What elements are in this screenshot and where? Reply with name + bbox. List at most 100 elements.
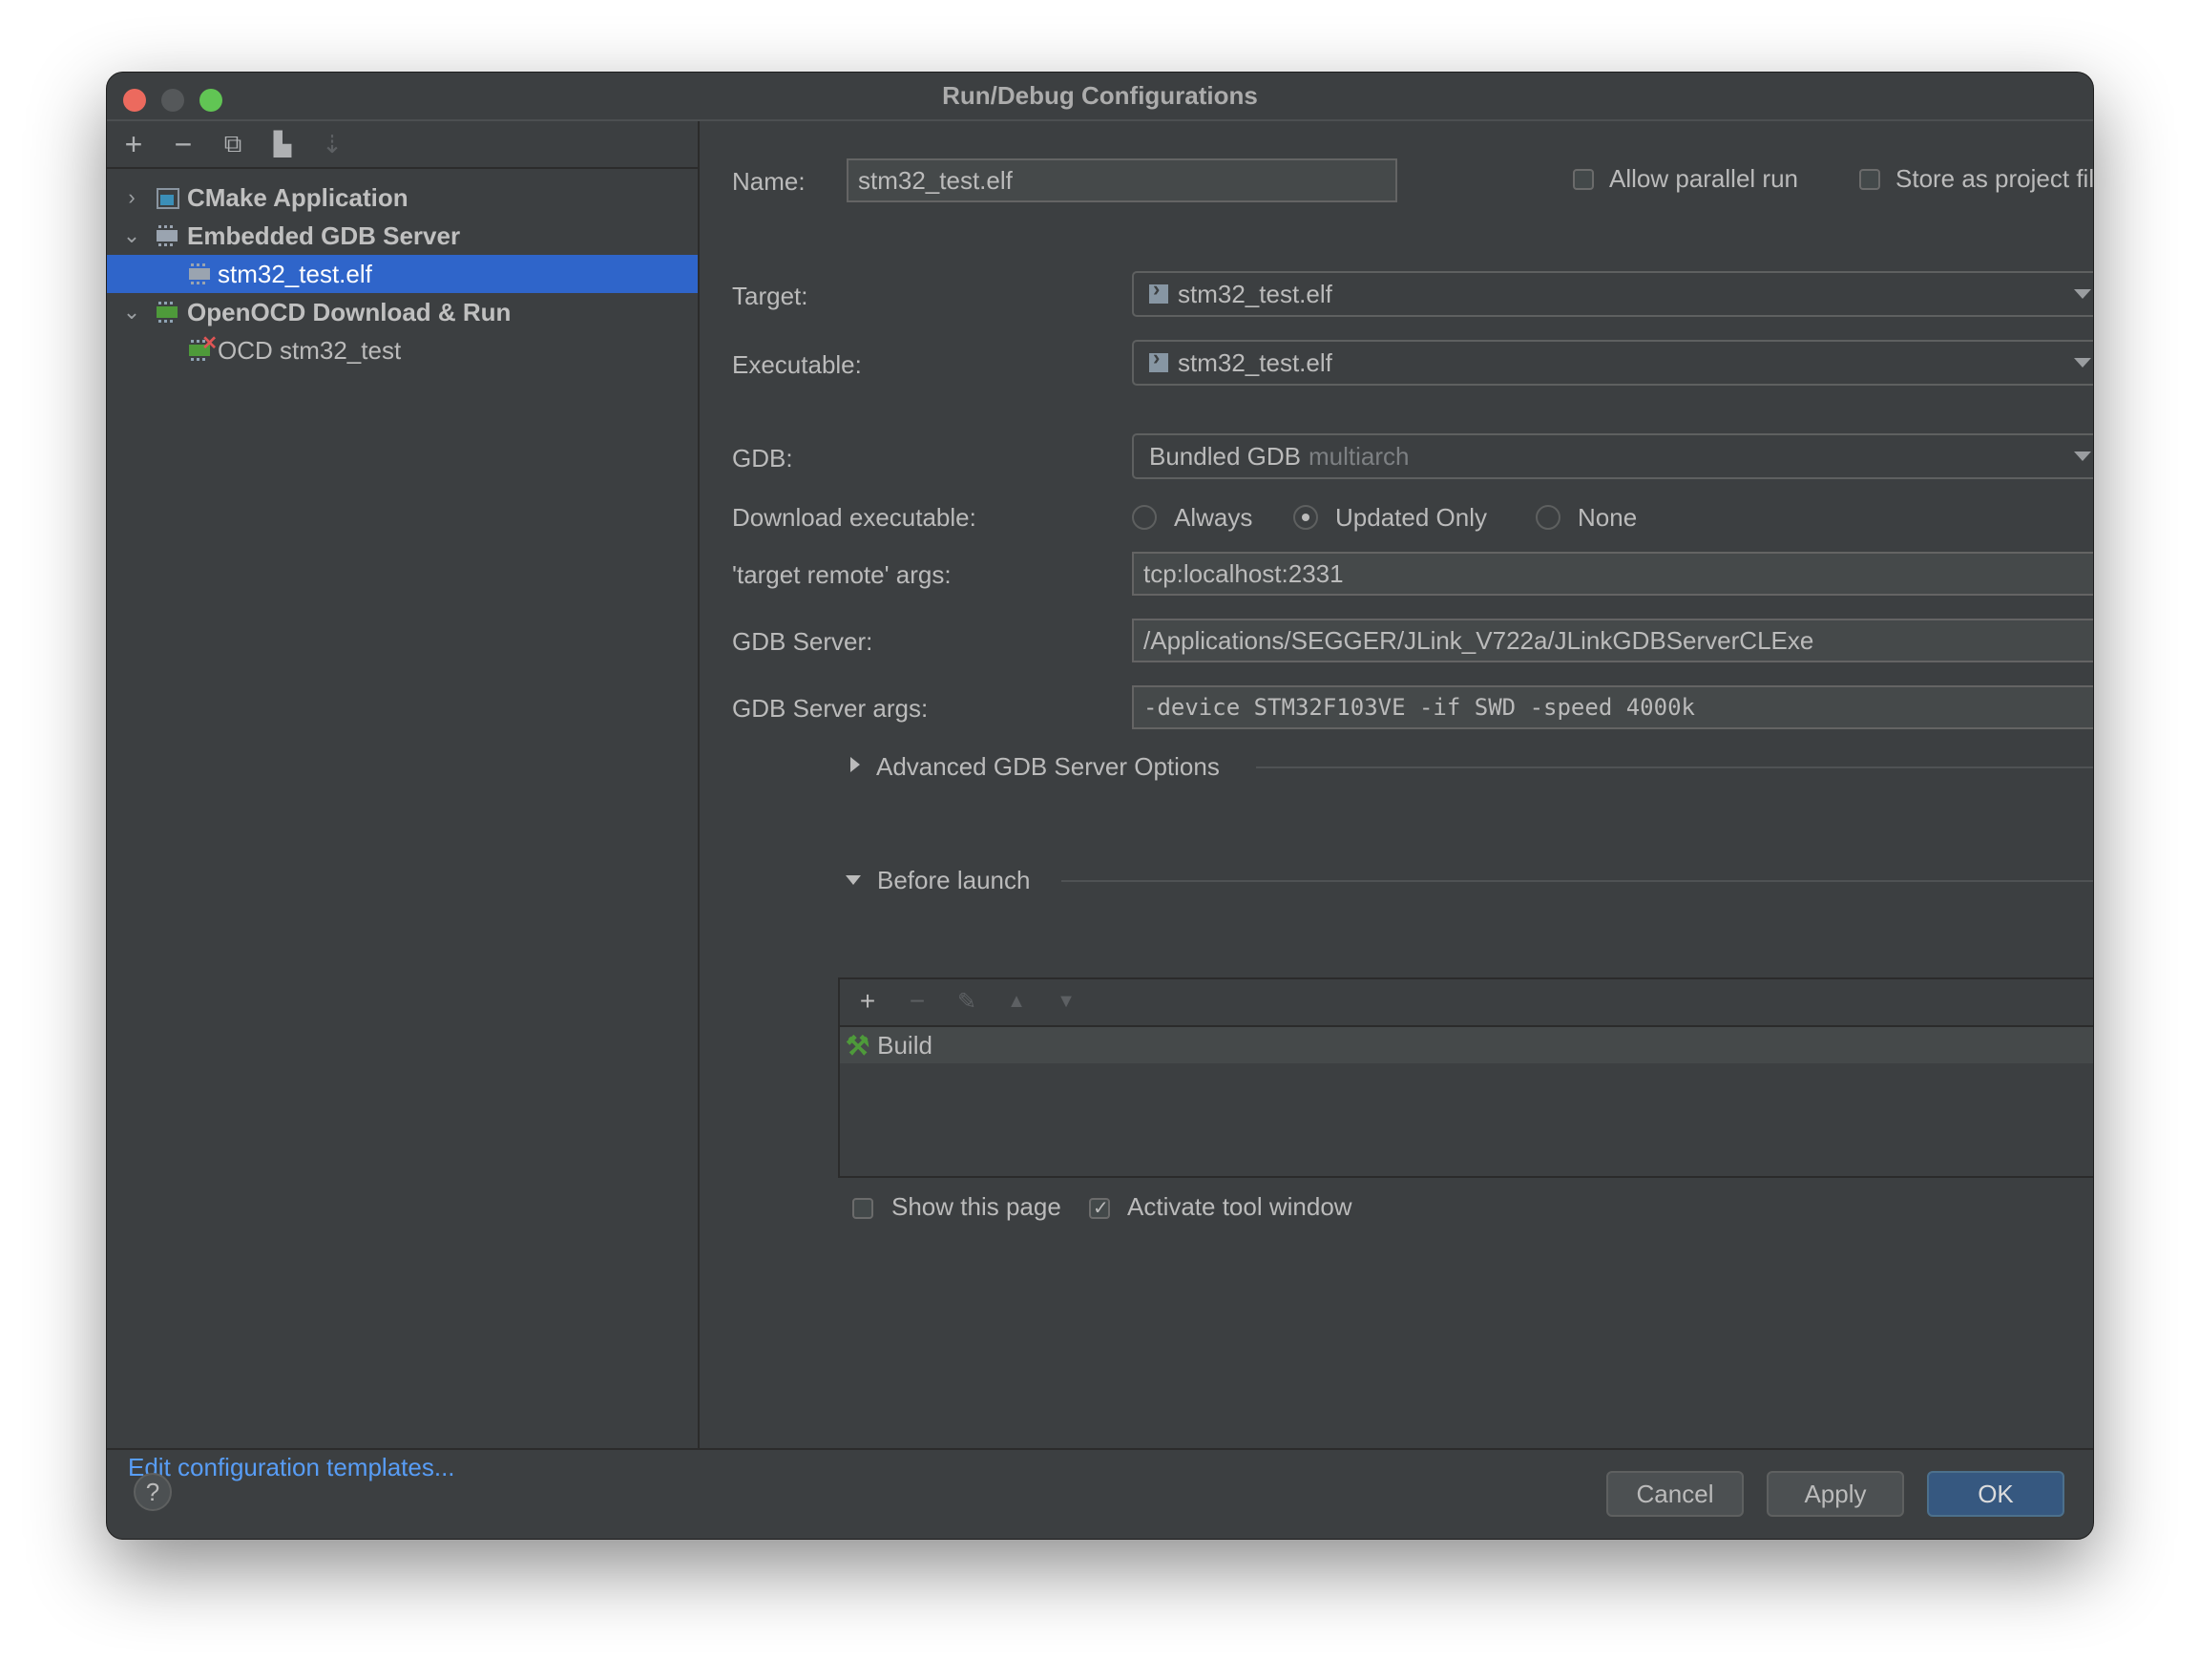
folder-add-icon: ▙ [273, 131, 292, 158]
tree-group-cmake-application[interactable]: › CMake Application [107, 178, 698, 217]
allow-parallel-run-checkbox[interactable] [1573, 169, 1594, 190]
name-label: Name: [732, 167, 806, 196]
tree-label: CMake Application [187, 182, 408, 212]
tree-label: OCD stm32_test [218, 335, 402, 365]
target-remote-args-input[interactable]: tcp:localhost:2331 [1132, 552, 2093, 596]
executable-value: stm32_test.elf [1178, 347, 1332, 377]
chip-icon [189, 263, 212, 284]
download-always-label: Always [1174, 503, 1253, 532]
dropdown-arrow-icon [2074, 289, 2091, 299]
separator [1256, 766, 2093, 768]
download-executable-label: Download executable: [732, 503, 976, 532]
gdb-combo[interactable]: Bundled GDB multiarch [1132, 433, 2093, 479]
gdb-server-args-value: -device STM32F103VE -if SWD -speed 4000k [1143, 694, 1695, 721]
hammer-icon: ⚒ [846, 1030, 870, 1060]
chip-green-icon [157, 302, 179, 323]
target-remote-args-label: 'target remote' args: [732, 560, 952, 589]
gdb-value-hint: multiarch [1308, 441, 1410, 471]
download-none-radio[interactable] [1536, 505, 1560, 530]
tree-label: OpenOCD Download & Run [187, 297, 512, 326]
remove-task-button[interactable]: − [901, 985, 933, 1018]
download-updated-only-radio[interactable] [1293, 505, 1318, 530]
new-folder-button[interactable]: ▙ [265, 127, 300, 161]
before-launch-panel: + − ✎ ▲ ▼ ⚒ Build [838, 977, 2093, 1178]
configuration-form: Name: Allow parallel run Store as projec… [700, 121, 2093, 1449]
chevron-down-icon[interactable]: ⌄ [120, 223, 143, 248]
arrow-up-icon: ▲ [1007, 990, 1026, 1012]
chevron-right-icon[interactable]: › [120, 185, 143, 210]
show-this-page-checkbox[interactable] [852, 1198, 873, 1219]
apply-button[interactable]: Apply [1767, 1471, 1904, 1517]
copy-icon: ⧉ [223, 129, 242, 158]
tree-item-stm32-test-elf[interactable]: stm32_test.elf [107, 255, 698, 293]
remove-configuration-button[interactable]: − [166, 127, 200, 161]
arrow-down-icon: ▼ [1057, 990, 1076, 1012]
cmake-application-icon [157, 188, 179, 209]
window-title: Run/Debug Configurations [942, 81, 1258, 110]
collapse-triangle-icon[interactable] [846, 875, 861, 885]
sidebar-toolbar: + − ⧉ ▙ ⇣ [107, 121, 698, 169]
gdb-label: GDB: [732, 444, 793, 472]
cancel-button[interactable]: Cancel [1606, 1471, 1744, 1517]
expand-triangle-icon[interactable] [850, 757, 860, 772]
name-input[interactable] [847, 158, 1397, 202]
target-combo[interactable]: stm32_test.elf [1132, 271, 2093, 317]
gdb-server-label: GDB Server: [732, 627, 873, 656]
tree-group-embedded-gdb-server[interactable]: ⌄ Embedded GDB Server [107, 217, 698, 255]
store-as-project-file-checkbox[interactable] [1859, 169, 1880, 190]
activate-tool-window-checkbox[interactable] [1089, 1196, 1110, 1220]
sort-alpha-icon: ⇣ [322, 129, 343, 158]
store-as-project-file-label: Store as project file [1895, 164, 2094, 193]
gdb-server-value: /Applications/SEGGER/JLink_V722a/JLinkGD… [1143, 625, 1814, 655]
executable-icon [1149, 346, 1168, 372]
tree-label: stm32_test.elf [218, 259, 372, 288]
chip-icon [157, 225, 179, 246]
pencil-icon: ✎ [956, 988, 977, 1015]
target-value: stm32_test.elf [1178, 279, 1332, 308]
minus-icon: − [909, 986, 926, 1016]
advanced-gdb-server-options-toggle[interactable]: Advanced GDB Server Options [876, 752, 1220, 782]
help-button[interactable]: ? [134, 1473, 172, 1511]
add-task-button[interactable]: + [851, 985, 884, 1018]
gdb-server-input[interactable]: /Applications/SEGGER/JLink_V722a/JLinkGD… [1132, 619, 2093, 662]
before-launch-task-build[interactable]: ⚒ Build [840, 1027, 2093, 1063]
dialog-footer: ? Cancel Apply OK [107, 1448, 2093, 1539]
chevron-down-icon[interactable]: ⌄ [120, 300, 143, 325]
move-down-button[interactable]: ▼ [1050, 985, 1082, 1018]
download-always-radio[interactable] [1132, 505, 1157, 530]
run-debug-configurations-dialog: Run/Debug Configurations + − ⧉ ▙ ⇣ › CMa… [106, 72, 2094, 1540]
separator [1061, 880, 2093, 882]
copy-configuration-button[interactable]: ⧉ [216, 127, 250, 161]
before-launch-toggle[interactable]: Before launch [877, 866, 1030, 895]
tree-label: Embedded GDB Server [187, 220, 461, 250]
sort-configurations-button[interactable]: ⇣ [315, 127, 349, 161]
gdb-server-args-input[interactable]: -device STM32F103VE -if SWD -speed 4000k… [1132, 685, 2093, 729]
minus-icon: − [174, 126, 193, 161]
plus-icon: + [124, 126, 143, 161]
executable-icon [1149, 277, 1168, 304]
gdb-server-args-label: GDB Server args: [732, 694, 929, 723]
title-bar: Run/Debug Configurations [107, 73, 2093, 121]
add-configuration-button[interactable]: + [116, 127, 151, 161]
dropdown-arrow-icon [2074, 358, 2091, 368]
plus-icon: + [859, 986, 876, 1016]
tree-item-ocd-stm32-test[interactable]: ✕ OCD stm32_test [107, 331, 698, 369]
edit-task-button[interactable]: ✎ [951, 985, 983, 1018]
ok-button[interactable]: OK [1927, 1471, 2064, 1517]
dropdown-arrow-icon [2074, 452, 2091, 461]
gdb-value: Bundled GDB [1149, 441, 1301, 471]
executable-combo[interactable]: stm32_test.elf [1132, 340, 2093, 386]
error-x-icon: ✕ [201, 333, 218, 354]
allow-parallel-run-label: Allow parallel run [1609, 164, 1798, 193]
show-this-page-label: Show this page [891, 1192, 1061, 1221]
before-launch-toolbar: + − ✎ ▲ ▼ [840, 979, 2093, 1027]
download-updated-only-label: Updated Only [1335, 503, 1487, 532]
task-label: Build [877, 1030, 932, 1060]
target-label: Target: [732, 282, 808, 310]
configurations-sidebar: + − ⧉ ▙ ⇣ › CMake Application ⌄ Embedded… [107, 121, 700, 1481]
activate-tool-window-label: Activate tool window [1127, 1192, 1352, 1221]
executable-label: Executable: [732, 350, 862, 379]
tree-group-openocd-download-run[interactable]: ⌄ OpenOCD Download & Run [107, 293, 698, 331]
chip-error-icon: ✕ [189, 333, 218, 361]
move-up-button[interactable]: ▲ [1000, 985, 1033, 1018]
